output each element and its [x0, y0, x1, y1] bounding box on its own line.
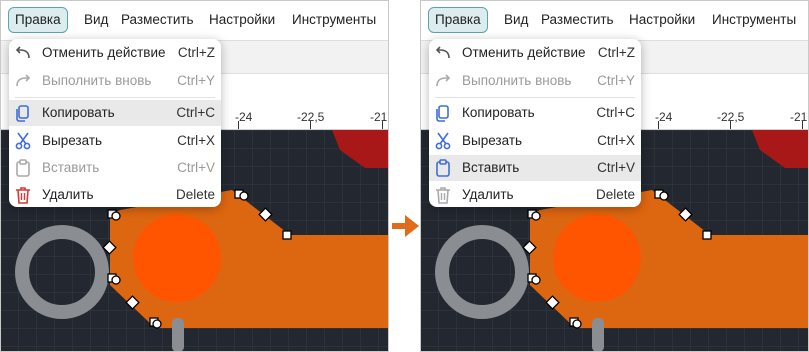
menu-item-label: Выполнить вновь	[42, 73, 152, 88]
ruler-tick	[730, 121, 731, 129]
menu-item-shortcut: Ctrl+V	[177, 160, 215, 175]
scissors-icon	[435, 132, 451, 150]
menu-item-label: Отменить действие	[42, 45, 166, 60]
panel-before: Правка Вид Разместить Настройки Инструме…	[0, 0, 389, 352]
menu-item-paste[interactable]: Вставить Ctrl+V	[9, 155, 221, 181]
menu-item-copy[interactable]: Копировать Ctrl+C	[429, 100, 641, 126]
menu-item-shortcut: Ctrl+X	[597, 133, 635, 148]
menu-item-label: Копировать	[42, 105, 115, 120]
menu-item-label: Вставить	[42, 160, 100, 175]
menu-item-shortcut: Ctrl+V	[597, 160, 635, 175]
copy-icon	[16, 105, 29, 122]
menu-item-label: Удалить	[42, 187, 94, 202]
menu-item-label: Вырезать	[462, 133, 523, 148]
menubar: Правка Вид Разместить Настройки Инструме…	[0, 0, 389, 40]
menu-item-copy[interactable]: Копировать Ctrl+C	[9, 100, 221, 126]
menu-item-redo[interactable]: Выполнить вновь Ctrl+Y	[429, 68, 641, 94]
track	[172, 318, 184, 352]
menu-place[interactable]: Разместить	[541, 8, 614, 32]
vertex-handle	[111, 275, 121, 285]
menu-item-label: Выполнить вновь	[462, 73, 572, 88]
vertex-handle	[282, 230, 292, 240]
menu-settings[interactable]: Настройки	[209, 8, 275, 32]
menu-edit[interactable]: Правка	[8, 7, 68, 33]
clipboard-icon	[16, 159, 30, 177]
trash-icon	[436, 187, 450, 204]
vertex-handle	[111, 211, 121, 221]
menu-item-label: Вставить	[462, 160, 520, 175]
copy-icon	[436, 105, 449, 122]
pad	[553, 214, 641, 302]
vertex-handle	[702, 230, 712, 240]
menu-item-shortcut: Ctrl+Y	[597, 73, 635, 88]
menu-item-undo[interactable]: Отменить действие Ctrl+Z	[9, 40, 221, 66]
menubar: Правка Вид Разместить Настройки Инструме…	[420, 0, 809, 40]
edit-dropdown-menu: Отменить действие Ctrl+Z Выполнить вновь…	[429, 39, 641, 207]
menu-item-delete[interactable]: Удалить Delete	[9, 182, 221, 208]
vertex-handle	[572, 319, 582, 329]
ruler-tick	[310, 121, 311, 129]
redo-icon	[436, 74, 451, 87]
vertex-handle	[239, 191, 249, 201]
menu-tools[interactable]: Инструменты	[292, 8, 376, 32]
undo-icon	[435, 46, 450, 59]
menu-item-redo[interactable]: Выполнить вновь Ctrl+Y	[9, 68, 221, 94]
ruler-tick	[382, 121, 383, 129]
menu-view[interactable]: Вид	[504, 8, 528, 32]
menu-item-label: Отменить действие	[462, 45, 586, 60]
arrow-right-icon	[392, 215, 419, 237]
ruler-label: -21	[370, 110, 388, 124]
menu-item-label: Вырезать	[42, 133, 103, 148]
menu-separator	[15, 97, 215, 98]
track	[592, 318, 604, 352]
vertex-handle	[531, 275, 541, 285]
pad	[133, 214, 221, 302]
menu-item-shortcut: Ctrl+Z	[177, 45, 215, 60]
menu-item-shortcut: Ctrl+X	[177, 133, 215, 148]
menu-item-shortcut: Ctrl+C	[596, 105, 635, 120]
undo-icon	[15, 46, 30, 59]
menu-item-label: Копировать	[462, 105, 535, 120]
ruler-label: -21	[790, 110, 808, 124]
menu-item-label: Удалить	[462, 187, 514, 202]
menu-item-shortcut: Ctrl+Y	[177, 73, 215, 88]
vertex-handle	[152, 319, 162, 329]
menu-item-shortcut: Ctrl+Z	[597, 45, 635, 60]
menu-item-shortcut: Ctrl+C	[176, 105, 215, 120]
menu-item-shortcut: Delete	[595, 187, 635, 202]
trash-icon	[16, 187, 30, 204]
panel-after: Правка Вид Разместить Настройки Инструме…	[420, 0, 809, 352]
menu-item-delete[interactable]: Удалить Delete	[429, 182, 641, 208]
redo-icon	[16, 74, 31, 87]
menu-item-paste[interactable]: Вставить Ctrl+V	[429, 155, 641, 181]
menu-tools[interactable]: Инструменты	[712, 8, 796, 32]
clipboard-icon	[436, 159, 450, 177]
edit-dropdown-menu: Отменить действие Ctrl+Z Выполнить вновь…	[9, 39, 221, 207]
ruler-tick	[658, 121, 659, 129]
vertex-handle	[659, 191, 669, 201]
menu-place[interactable]: Разместить	[121, 8, 194, 32]
menu-settings[interactable]: Настройки	[629, 8, 695, 32]
ruler-tick	[238, 121, 239, 129]
menu-edit[interactable]: Правка	[428, 7, 488, 33]
menu-item-cut[interactable]: Вырезать Ctrl+X	[429, 128, 641, 154]
scissors-icon	[15, 132, 31, 150]
ruler-tick	[802, 121, 803, 129]
menu-item-shortcut: Delete	[175, 187, 215, 202]
menu-view[interactable]: Вид	[84, 8, 108, 32]
menu-item-undo[interactable]: Отменить действие Ctrl+Z	[429, 40, 641, 66]
menu-separator	[435, 97, 635, 98]
menu-item-cut[interactable]: Вырезать Ctrl+X	[9, 128, 221, 154]
vertex-handle	[531, 211, 541, 221]
